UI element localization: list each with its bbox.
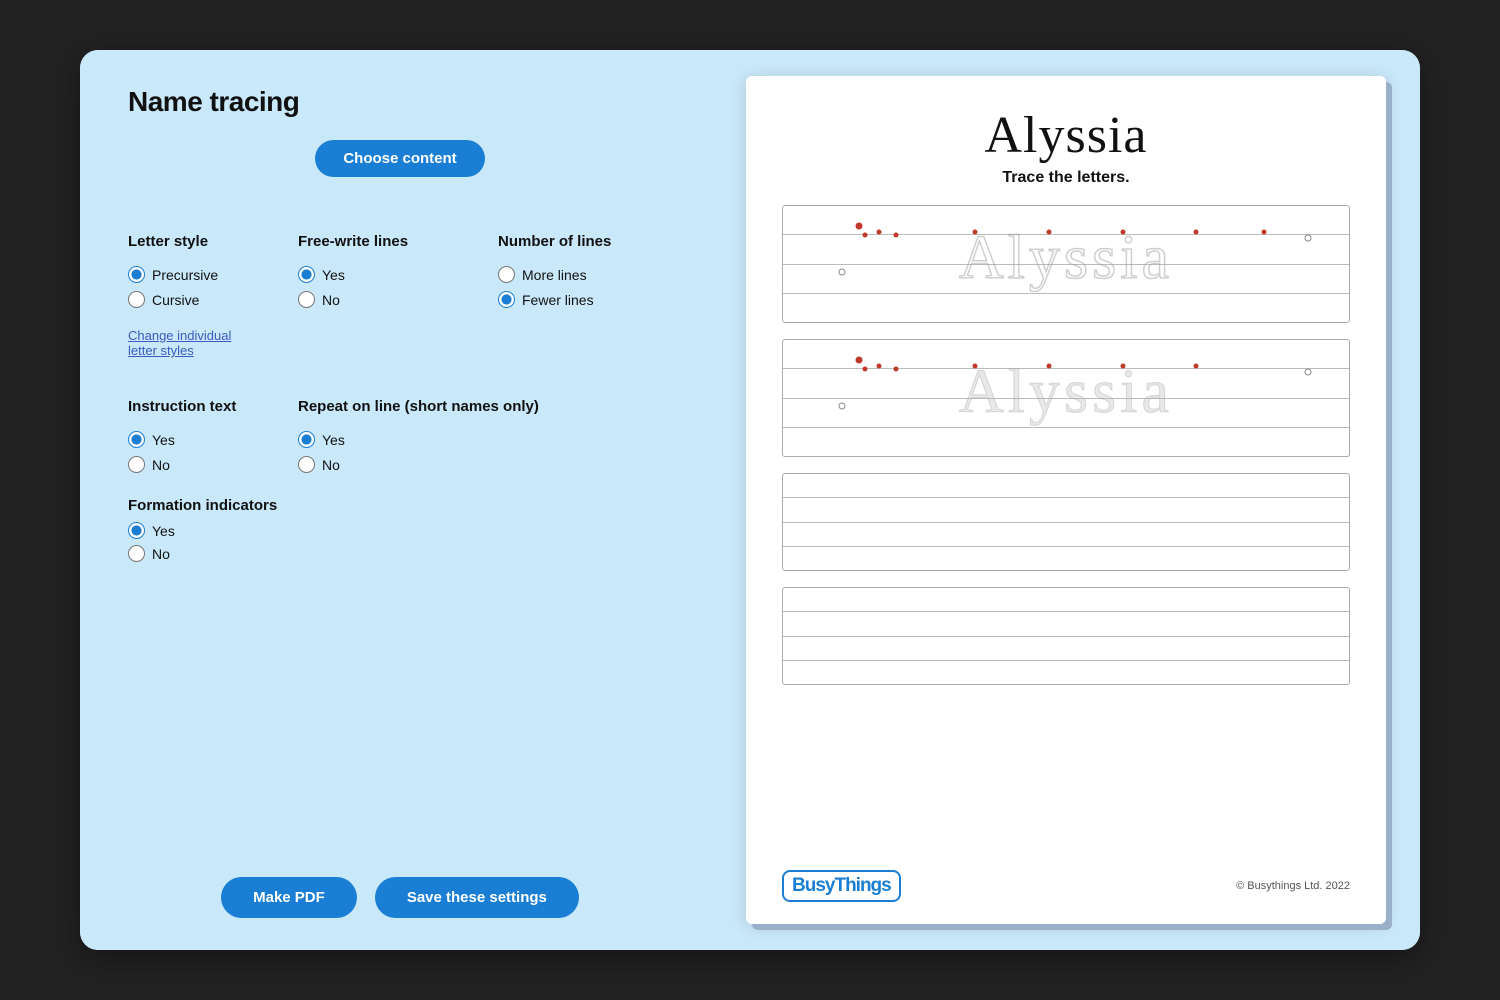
instruction-text-group: Instruction text Yes No: [128, 398, 298, 473]
right-panel: Alyssia Trace the letters. Alyssia: [720, 50, 1420, 950]
worksheet-paper: Alyssia Trace the letters. Alyssia: [746, 76, 1386, 924]
app-container: Name tracing Choose content Letter style…: [80, 50, 1420, 950]
radio-rl-no[interactable]: No: [298, 456, 648, 473]
choose-content-button[interactable]: Choose content: [315, 140, 484, 177]
repeat-on-line-label: Repeat on line (short names only): [298, 398, 648, 415]
radio-fw-yes[interactable]: Yes: [298, 266, 498, 283]
radio-cursive-input[interactable]: [128, 291, 145, 308]
repeat-on-line-group: Repeat on line (short names only) Yes No: [298, 398, 648, 473]
formation-indicators-label: Formation indicators: [128, 497, 672, 514]
trace-letters-1: Alyssia: [783, 223, 1349, 294]
radio-rl-yes-input[interactable]: [298, 431, 315, 448]
radio-fw-yes-input[interactable]: [298, 266, 315, 283]
free-write-lines-group: Free-write lines Yes No: [298, 233, 498, 308]
left-panel: Name tracing Choose content Letter style…: [80, 50, 720, 950]
radio-it-no-input[interactable]: [128, 456, 145, 473]
radio-rl-yes[interactable]: Yes: [298, 431, 648, 448]
page-title: Name tracing: [128, 86, 672, 118]
letter-style-label: Letter style: [128, 233, 298, 250]
radio-fi-yes-input[interactable]: [128, 522, 145, 539]
instruction-text-label: Instruction text: [128, 398, 298, 415]
radio-fi-no[interactable]: No: [128, 545, 672, 562]
options-grid-row1: Letter style Precursive Cursive Free-wri…: [128, 233, 672, 308]
radio-more-lines-input[interactable]: [498, 266, 515, 283]
trace-box-1: Alyssia: [782, 205, 1350, 323]
letter-style-group: Letter style Precursive Cursive: [128, 233, 298, 308]
radio-rl-no-input[interactable]: [298, 456, 315, 473]
radio-fewer-lines[interactable]: Fewer lines: [498, 291, 708, 308]
radio-fw-no[interactable]: No: [298, 291, 498, 308]
worksheet-footer: BusyThings © Busythings Ltd. 2022: [782, 864, 1350, 902]
radio-fi-no-input[interactable]: [128, 545, 145, 562]
radio-fewer-lines-input[interactable]: [498, 291, 515, 308]
radio-fi-yes[interactable]: Yes: [128, 522, 672, 539]
make-pdf-button[interactable]: Make PDF: [221, 877, 357, 918]
number-of-lines-group: Number of lines More lines Fewer lines: [498, 233, 708, 308]
radio-precursive-input[interactable]: [128, 266, 145, 283]
radio-it-no[interactable]: No: [128, 456, 298, 473]
change-individual-styles-link[interactable]: Change individualletter styles: [128, 328, 231, 358]
radio-precursive[interactable]: Precursive: [128, 266, 298, 283]
worksheet-name: Alyssia: [782, 106, 1350, 165]
save-settings-button[interactable]: Save these settings: [375, 877, 579, 918]
trace-letters-2: Alyssia: [783, 357, 1349, 428]
busythings-logo: BusyThings: [782, 870, 901, 902]
trace-box-4: [782, 587, 1350, 685]
number-of-lines-label: Number of lines: [498, 233, 708, 250]
bottom-buttons: Make PDF Save these settings: [128, 847, 672, 918]
radio-it-yes[interactable]: Yes: [128, 431, 298, 448]
radio-more-lines[interactable]: More lines: [498, 266, 708, 283]
options-grid-row2: Instruction text Yes No Repeat on line (…: [128, 398, 672, 473]
trace-box-3: [782, 473, 1350, 571]
dot-markers-2: [783, 340, 1349, 456]
radio-fw-no-input[interactable]: [298, 291, 315, 308]
dot-markers-1: [783, 206, 1349, 322]
radio-it-yes-input[interactable]: [128, 431, 145, 448]
radio-cursive[interactable]: Cursive: [128, 291, 298, 308]
free-write-lines-label: Free-write lines: [298, 233, 498, 250]
formation-indicators-group: Formation indicators Yes No: [128, 497, 672, 562]
worksheet-subtitle: Trace the letters.: [782, 169, 1350, 187]
copyright-text: © Busythings Ltd. 2022: [1236, 880, 1350, 892]
trace-box-2: Alyssia: [782, 339, 1350, 457]
